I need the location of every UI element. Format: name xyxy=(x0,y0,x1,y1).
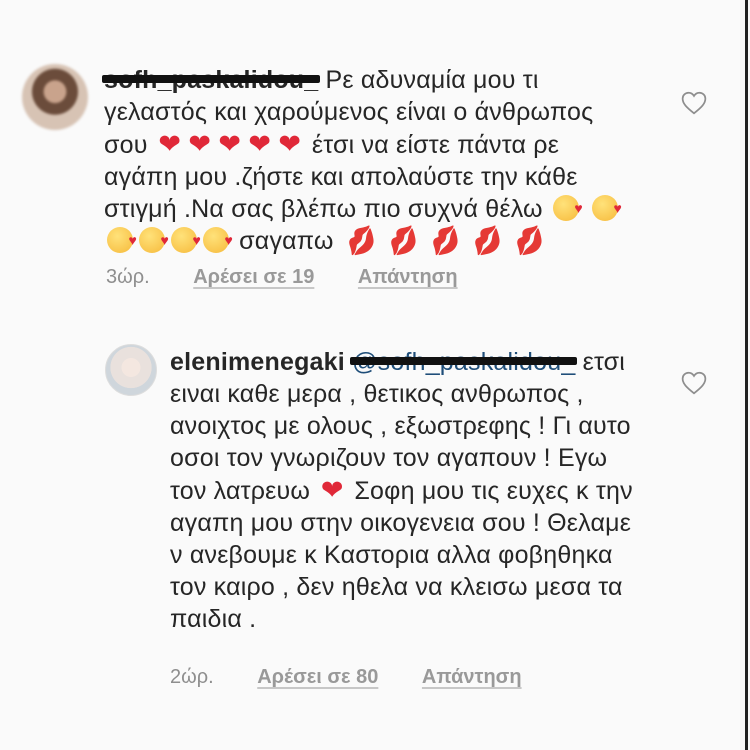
red-heart-emoji: ❤ xyxy=(188,129,212,159)
kiss-mark-icon: 💋 xyxy=(427,224,464,259)
comment-username[interactable]: elenimenegaki xyxy=(170,348,345,376)
heart-outline-icon[interactable] xyxy=(681,91,707,115)
heart-outline-icon[interactable] xyxy=(681,371,707,395)
mention-link[interactable]: @sofh_paskalidou_ xyxy=(350,346,578,378)
comment-meta: 3ώρ. Αρέσει σε 19 Απάντηση xyxy=(106,266,496,289)
reply-button[interactable]: Απάντηση xyxy=(422,666,522,688)
likes-count-link[interactable]: Αρέσει σε 19 xyxy=(193,266,314,288)
face-blowing-kiss-icon xyxy=(107,224,137,256)
comment-text: sofh_paskalidou_ Ρε αδυναμία μου τι γελα… xyxy=(101,64,624,258)
face-blowing-kiss-icon xyxy=(552,192,583,224)
kiss-mark-icon: 💋 xyxy=(385,224,422,259)
reply-button[interactable]: Απάντηση xyxy=(358,266,458,288)
face-blowing-kiss-icon xyxy=(203,224,233,256)
red-heart-emoji: ❤ xyxy=(248,129,272,159)
likes-count-link[interactable]: Αρέσει σε 80 xyxy=(257,666,378,688)
comment-time: 2ώρ. xyxy=(170,666,214,688)
comment-username[interactable]: sofh_paskalidou_ xyxy=(101,64,321,96)
kiss-mark-icon: 💋 xyxy=(343,224,380,259)
face-blowing-kiss-icon xyxy=(139,224,169,256)
red-heart-emoji: ❤ xyxy=(218,129,242,159)
red-heart-emoji: ❤ xyxy=(158,129,182,159)
avatar[interactable] xyxy=(22,64,88,130)
kiss-mark-icon: 💋 xyxy=(512,224,549,259)
face-blowing-kiss-icon xyxy=(592,192,622,224)
comment-text: elenimenegaki @sofh_paskalidou_ ετσι ειν… xyxy=(170,346,640,635)
comment-time: 3ώρ. xyxy=(106,266,150,288)
avatar[interactable] xyxy=(105,344,157,396)
kiss-mark-icon: 💋 xyxy=(469,224,506,259)
face-blowing-kiss-icon xyxy=(171,224,201,256)
window-edge xyxy=(745,0,748,750)
red-heart-emoji: ❤ xyxy=(320,475,344,505)
red-heart-emoji: ❤ xyxy=(278,129,302,159)
comment-body: σαγαπω xyxy=(239,227,334,255)
comment-meta: 2ώρ. Αρέσει σε 80 Απάντηση xyxy=(170,666,560,689)
